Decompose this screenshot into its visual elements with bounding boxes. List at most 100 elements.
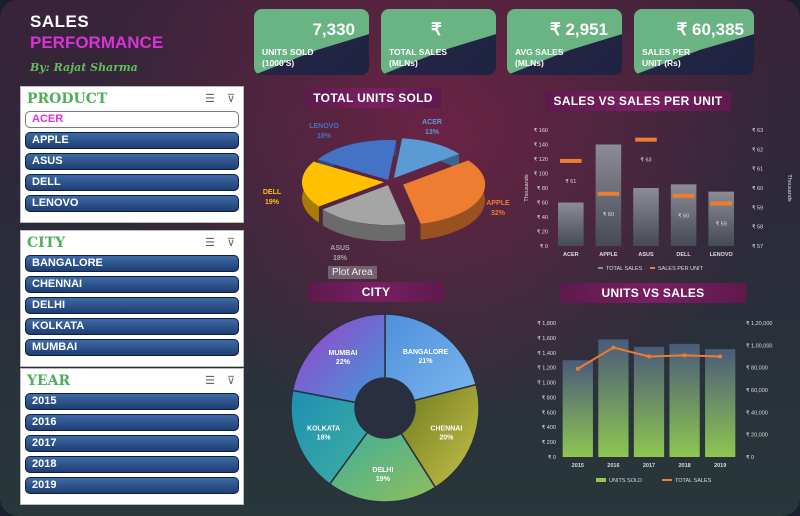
chart-title-sales-vs-per-unit: SALES VS SALES PER UNIT: [545, 91, 731, 111]
y-left-tick: ₹ 200: [542, 439, 556, 446]
slicer-item-dell[interactable]: DELL: [25, 174, 239, 191]
chart-title-units-sold: TOTAL UNITS SOLD: [305, 88, 441, 108]
kpi-label: AVG SALES (MLNs): [515, 47, 564, 68]
doughnut-value-delhi: 19%: [376, 476, 391, 483]
x-tick-acer: ACER: [563, 252, 579, 258]
y-left-tick: ₹ 1,400: [537, 350, 556, 357]
y-right-tick: ₹ 62: [752, 146, 763, 153]
multi-select-icon[interactable]: ☰: [205, 374, 215, 387]
kpi-value: ₹ 60,385: [676, 20, 744, 39]
y-left-tick: ₹ 160: [534, 127, 548, 134]
x-tick-2019: 2019: [714, 463, 726, 469]
marker-sales-per-unit-acer: [560, 158, 582, 163]
legend-swatch-total-sales: [662, 479, 672, 481]
y-left-tick: ₹ 1,000: [537, 380, 556, 387]
bar-total-sales-asus: [633, 188, 659, 246]
kpi-units-sold: 7,330 UNITS SOLD (1000'S): [254, 9, 369, 75]
slicer-item-mumbai[interactable]: MUMBAI: [25, 339, 239, 356]
x-tick-asus: ASUS: [638, 252, 654, 258]
slicer-item-kolkata[interactable]: KOLKATA: [25, 318, 239, 335]
y-left-tick: ₹ 0: [540, 243, 548, 250]
kpi-label: SALES PER UNIT (Rs): [642, 47, 691, 68]
y-left-tick: ₹ 140: [534, 142, 548, 149]
doughnut-value-bangalore: 21%: [418, 358, 433, 365]
bar-total-sales-lenovo: [708, 191, 734, 246]
slicer-item-chennai[interactable]: CHENNAI: [25, 276, 239, 293]
legend-swatch-sales-per-unit: [650, 267, 655, 269]
multi-select-icon[interactable]: ☰: [205, 92, 215, 105]
doughnut-value-kolkata: 18%: [317, 434, 332, 441]
kpi-value: ₹: [431, 20, 442, 39]
x-tick-2015: 2015: [572, 463, 584, 469]
kpi-sales-per-unit: ₹ 60,385 SALES PER UNIT (Rs): [634, 9, 754, 75]
doughnut-label-bangalore: BANGALORE: [403, 349, 448, 356]
doughnut-label-delhi: DELHI: [372, 467, 393, 474]
y-right-tick: ₹ 63: [752, 127, 763, 134]
y-right-tick: ₹ 61: [752, 166, 763, 173]
marker-sales-per-unit-lenovo: [710, 201, 732, 206]
y-right-tick: ₹ 1,20,000: [746, 320, 772, 327]
kpi-value: ₹ 2,951: [549, 20, 608, 39]
y-left-tick: ₹ 800: [542, 394, 556, 401]
pie-value-lenovo: 18%: [317, 133, 332, 140]
legend-sales-per-unit: SALES PER UNIT: [658, 266, 704, 272]
slicer-item-2019[interactable]: 2019: [25, 477, 239, 494]
y-right-tick: ₹ 20,000: [746, 432, 768, 439]
y-left-tick: ₹ 400: [542, 424, 556, 431]
y-right-tick: ₹ 60,000: [746, 387, 768, 394]
bar-data-label: ₹ 60: [603, 211, 614, 218]
x-tick-2018: 2018: [678, 463, 690, 469]
y-left-label: Thousands: [524, 174, 530, 201]
multi-select-icon[interactable]: ☰: [205, 236, 215, 249]
slicer-item-apple[interactable]: APPLE: [25, 132, 239, 149]
x-tick-dell: DELL: [676, 252, 691, 258]
y-right-tick: ₹ 57: [752, 243, 763, 250]
clear-filter-icon[interactable]: ⊽: [227, 236, 235, 249]
slicer-year: YEAR ☰ ⊽ 2015 2016 2017 2018 2019: [20, 368, 244, 505]
y-right-tick: ₹ 80,000: [746, 365, 768, 372]
marker-sales-per-unit-dell: [672, 193, 695, 198]
y-left-tick: ₹ 40: [537, 214, 548, 221]
doughnut-label-chennai: CHENNAI: [430, 425, 462, 432]
x-tick-lenovo: LENOVO: [710, 252, 734, 258]
point-total-sales: [718, 354, 723, 359]
slicer-item-bangalore[interactable]: BANGALORE: [25, 255, 239, 272]
clear-filter-icon[interactable]: ⊽: [227, 92, 235, 105]
slicer-item-2017[interactable]: 2017: [25, 435, 239, 452]
slicer-item-2018[interactable]: 2018: [25, 456, 239, 473]
marker-sales-per-unit-apple: [597, 191, 620, 196]
city-doughnut-chart: BANGALORE 21% CHENNAI 20% DELHI 19% KOLKATA 18%…: [290, 313, 480, 503]
bar-units-sold-2015: [562, 360, 593, 457]
dashboard-title: SALES: [30, 12, 90, 31]
slicer-item-delhi[interactable]: DELHI: [25, 297, 239, 314]
slicer-item-asus[interactable]: ASUS: [25, 153, 239, 170]
bar-units-sold-2017: [633, 346, 665, 457]
slicer-title: PRODUCT: [27, 91, 108, 107]
y-left-tick: ₹ 1,600: [537, 335, 556, 342]
y-left-tick: ₹ 80: [537, 185, 548, 192]
slicer-item-lenovo[interactable]: LENOVO: [25, 195, 239, 212]
kpi-value: 7,330: [312, 20, 355, 39]
slicer-item-acer[interactable]: ACER: [25, 111, 239, 128]
legend-swatch-total-sales: [598, 267, 603, 269]
legend-units-sold: UNITS SOLD: [609, 478, 642, 484]
doughnut-label-mumbai: MUMBAI: [329, 350, 358, 357]
doughnut-label-kolkata: KOLKATA: [307, 425, 340, 432]
y-left-tick: ₹ 120: [534, 156, 548, 163]
slicer-item-2016[interactable]: 2016: [25, 414, 239, 431]
clear-filter-icon[interactable]: ⊽: [227, 374, 235, 387]
doughnut-value-mumbai: 22%: [336, 359, 351, 366]
y-left-tick: ₹ 0: [548, 454, 556, 461]
units-sold-pie-chart: ACER 13% APPLE 32% ASUS 18% DELL 19% LENOVO 18%: [263, 119, 510, 262]
y-left-tick: ₹ 600: [542, 409, 556, 416]
pie-label-asus: ASUS: [330, 245, 350, 252]
bar-units-sold-2016: [598, 339, 629, 457]
x-tick-2017: 2017: [643, 463, 655, 469]
bar-total-sales-acer: [558, 202, 584, 246]
bar-data-label: ₹ 63: [640, 157, 651, 164]
y-right-tick: ₹ 59: [752, 204, 763, 211]
bar-data-label: ₹ 59: [716, 220, 727, 227]
y-left-tick: ₹ 1,200: [537, 365, 556, 372]
legend-total-sales: TOTAL SALES: [606, 266, 643, 272]
slicer-item-2015[interactable]: 2015: [25, 393, 239, 410]
